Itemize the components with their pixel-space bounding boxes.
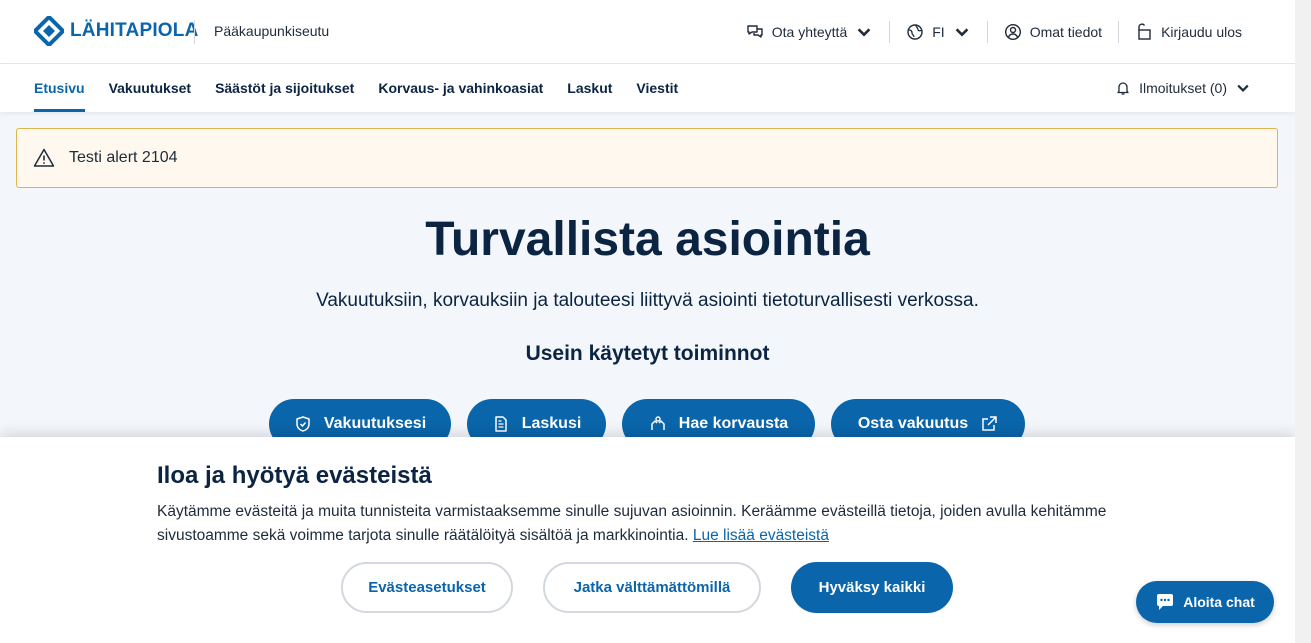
top-header: LÄHITAPIOLA Pääkaupunkiseutu Ota yhteytt… <box>0 0 1295 64</box>
quick-actions-title: Usein käytetyt toiminnot <box>525 342 770 365</box>
nav-item-etusivu[interactable]: Etusivu <box>34 64 85 112</box>
nav-item-saastot[interactable]: Säästöt ja sijoitukset <box>215 64 354 112</box>
cookie-settings-button[interactable]: Evästeasetukset <box>341 562 513 613</box>
brand-logo[interactable]: LÄHITAPIOLA <box>34 16 199 46</box>
logo-divider <box>194 20 195 44</box>
profile-label: Omat tiedot <box>1029 24 1103 40</box>
language-label: FI <box>932 24 945 40</box>
cookie-text: Käytämme evästeitä ja muita tunnisteita … <box>157 500 1147 548</box>
alert-banner: Testi alert 2104 <box>16 128 1278 188</box>
document-icon <box>494 416 507 432</box>
chevron-down-icon <box>857 28 871 37</box>
continue-necessary-button[interactable]: Jatka välttämättömillä <box>543 562 761 613</box>
globe-icon <box>907 24 923 40</box>
hands-icon <box>651 416 665 430</box>
profile-link[interactable]: Omat tiedot <box>988 23 1118 41</box>
logout-button[interactable]: Kirjaudu ulos <box>1119 23 1258 41</box>
page-subtitle: Vakuutuksiin, korvauksiin ja talouteesi … <box>316 290 979 311</box>
external-link-icon <box>982 416 997 431</box>
chevron-down-icon <box>1237 84 1249 92</box>
shield-icon <box>296 416 310 432</box>
page-title: Turvallista asiointia <box>425 213 870 266</box>
logout-label: Kirjaudu ulos <box>1161 24 1242 40</box>
cookie-body: Käytämme evästeitä ja muita tunnisteita … <box>157 503 1107 544</box>
quick-action-label: Hae korvausta <box>678 415 789 432</box>
scrollbar[interactable] <box>1295 0 1311 643</box>
top-actions: Ota yhteyttä FI Omat tiedot Kirjaudu ulo… <box>730 0 1258 64</box>
main-nav: Etusivu Vakuutukset Säästöt ja sijoituks… <box>0 64 1295 112</box>
logout-icon <box>1138 23 1151 40</box>
logo-text: LÄHITAPIOLA <box>70 20 199 41</box>
notifications-menu[interactable]: Ilmoitukset (0) <box>1115 64 1251 112</box>
nav-item-korvaus[interactable]: Korvaus- ja vahinkoasiat <box>378 64 543 112</box>
cookie-banner: Iloa ja hyötyä evästeistä Käytämme eväst… <box>0 437 1295 643</box>
contact-menu[interactable]: Ota yhteyttä <box>730 23 889 41</box>
cookie-info-link[interactable]: Lue lisää evästeistä <box>693 527 829 544</box>
chevron-down-icon <box>955 28 968 37</box>
contact-label: Ota yhteyttä <box>771 24 848 40</box>
notifications-label: Ilmoitukset (0) <box>1139 80 1227 96</box>
start-chat-button[interactable]: Aloita chat <box>1136 581 1274 623</box>
nav-item-vakuutukset[interactable]: Vakuutukset <box>109 64 191 112</box>
language-menu[interactable]: FI <box>890 23 986 41</box>
chat-icon <box>1157 594 1174 610</box>
chat-bubbles-icon <box>747 25 763 38</box>
cookie-title: Iloa ja hyötyä evästeistä <box>157 462 432 489</box>
alert-text: Testi alert 2104 <box>69 149 178 166</box>
nav-item-viestit[interactable]: Viestit <box>636 64 678 112</box>
region-label: Pääkaupunkiseutu <box>214 23 330 39</box>
quick-action-label: Laskusi <box>521 415 582 432</box>
user-circle-icon <box>1004 23 1021 41</box>
bell-icon <box>1117 82 1129 95</box>
logo-diamond-icon <box>34 16 64 46</box>
chat-label: Aloita chat <box>1183 594 1255 610</box>
warning-icon <box>33 148 55 167</box>
quick-action-label: Osta vakuutus <box>857 415 969 432</box>
quick-action-label: Vakuutuksesi <box>323 415 427 432</box>
accept-all-button[interactable]: Hyväksy kaikki <box>791 562 953 613</box>
nav-item-laskut[interactable]: Laskut <box>567 64 612 112</box>
